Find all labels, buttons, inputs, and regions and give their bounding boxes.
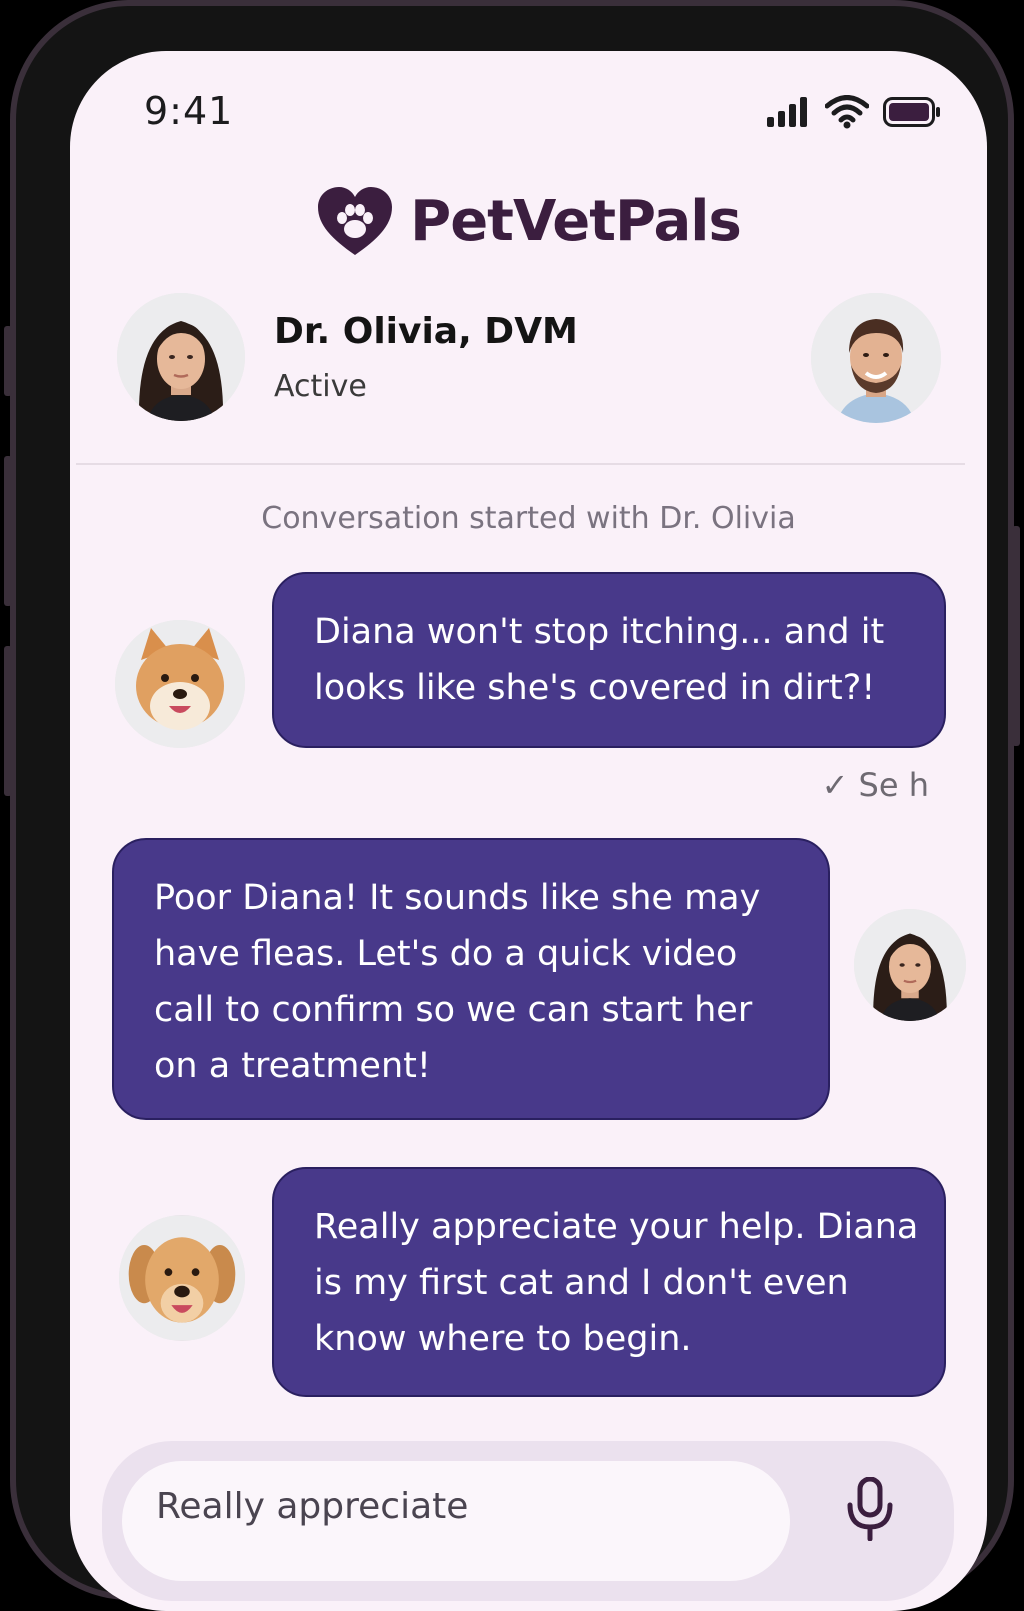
microphone-icon[interactable] — [846, 1477, 894, 1541]
check-icon: ✓ — [821, 766, 849, 804]
phone-frame: 9:41 PetVetPals Dr. Olivia, DVM Active C… — [4, 0, 1020, 1611]
wifi-icon — [825, 95, 869, 129]
read-receipt-text: Se h — [858, 766, 929, 804]
volume-down-button — [4, 646, 12, 796]
screen: 9:41 PetVetPals Dr. Olivia, DVM Active C… — [70, 51, 987, 1611]
brand-name: PetVetPals — [410, 188, 742, 254]
read-receipt: ✓ Se h — [822, 766, 929, 804]
battery-icon — [883, 97, 940, 127]
side-button — [4, 326, 12, 396]
contact-status: Active — [274, 369, 367, 404]
message-bubble-vet[interactable]: Poor Diana! It sounds like she may have … — [112, 838, 830, 1120]
message-input[interactable] — [122, 1461, 790, 1581]
pet-avatar-2[interactable] — [119, 1215, 245, 1341]
vet-avatar-small[interactable] — [854, 909, 966, 1021]
volume-up-button — [4, 456, 12, 606]
conversation-start-note: Conversation started with Dr. Olivia — [261, 501, 796, 536]
signal-icon — [767, 97, 807, 127]
composer-bar — [102, 1441, 954, 1601]
man-portrait-icon — [811, 293, 941, 423]
user-avatar[interactable] — [811, 293, 941, 423]
shiba-dog-icon — [115, 620, 245, 748]
status-icons — [767, 95, 941, 129]
power-button — [1012, 526, 1020, 746]
status-time: 9:41 — [144, 89, 234, 133]
message-bubble-user-2[interactable]: Really appreciate your help. Diana is my… — [272, 1167, 946, 1397]
vet-avatar[interactable] — [117, 293, 245, 421]
heart-paw-icon — [318, 187, 393, 255]
golden-dog-icon — [119, 1215, 245, 1341]
brand-header: PetVetPals — [70, 185, 987, 257]
message-bubble-user-1[interactable]: Diana won't stop itching... and it looks… — [272, 572, 946, 748]
pet-avatar-1[interactable] — [115, 620, 245, 748]
woman-portrait-icon — [854, 909, 966, 1021]
woman-portrait-icon — [117, 293, 245, 421]
header-divider — [76, 463, 965, 465]
contact-name: Dr. Olivia, DVM — [274, 311, 578, 352]
